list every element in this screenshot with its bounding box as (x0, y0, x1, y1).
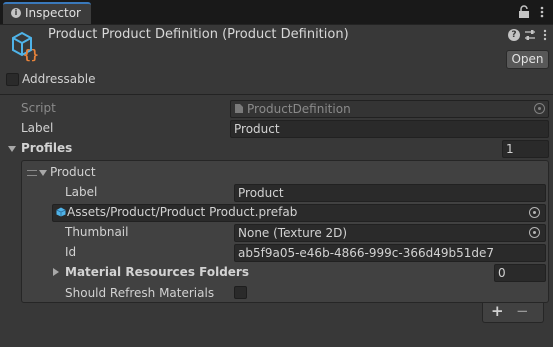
object-picker-icon[interactable] (529, 227, 540, 238)
prefab-path: Assets/Product/Product Product.prefab (67, 205, 298, 219)
remove-element-button[interactable]: − (516, 302, 529, 320)
script-label: Script (21, 101, 56, 115)
label-input[interactable]: Product (230, 120, 549, 138)
prefab-cube-icon (56, 207, 66, 217)
open-button[interactable]: Open (506, 50, 549, 69)
tab-inspector[interactable]: i Inspector (3, 2, 91, 24)
help-icon[interactable]: ? (508, 29, 520, 41)
more-vertical-icon[interactable] (541, 28, 549, 42)
id-label: Id (65, 245, 77, 259)
object-picker-icon[interactable] (529, 207, 540, 218)
materials-label[interactable]: Material Resources Folders (65, 265, 249, 279)
asset-title: Product Product Definition (Product Defi… (48, 27, 349, 42)
materials-count-input[interactable]: 0 (494, 264, 546, 282)
refresh-materials-label: Should Refresh Materials (65, 286, 215, 300)
add-element-button[interactable]: + (491, 302, 504, 320)
id-input[interactable]: ab5f9a05-e46b-4866-999c-366d49b51de7 (234, 244, 546, 262)
profile-element-label[interactable]: Product (50, 165, 96, 179)
label-label: Label (21, 121, 54, 135)
refresh-materials-checkbox[interactable] (234, 286, 247, 299)
script-file-icon (235, 104, 243, 113)
thumbnail-label: Thumbnail (65, 225, 129, 239)
foldout-arrow-icon[interactable] (39, 170, 47, 176)
lock-icon[interactable] (517, 4, 531, 20)
addressable-checkbox[interactable] (6, 73, 19, 86)
more-vertical-icon[interactable] (537, 4, 547, 20)
addressable-label: Addressable (22, 72, 96, 86)
thumbnail-field[interactable]: None (Texture 2D) (234, 224, 546, 242)
presets-icon[interactable] (524, 28, 536, 42)
foldout-arrow-icon[interactable] (8, 146, 16, 152)
object-picker-icon[interactable] (534, 103, 545, 114)
script-value: ProductDefinition (247, 102, 351, 116)
profiles-count-input[interactable]: 1 (502, 140, 549, 158)
svg-text:{}: {} (23, 48, 39, 62)
drag-handle-icon[interactable] (27, 170, 37, 176)
script-field[interactable]: ProductDefinition (230, 100, 549, 118)
divider (0, 94, 553, 95)
info-icon: i (11, 8, 21, 18)
tab-label: Inspector (25, 6, 81, 20)
profile-label-input[interactable]: Product (234, 184, 546, 202)
scriptable-object-icon: {} (12, 31, 39, 62)
profile-label-label: Label (65, 185, 98, 199)
foldout-arrow-icon[interactable] (53, 268, 59, 276)
profiles-label[interactable]: Profiles (21, 141, 72, 155)
